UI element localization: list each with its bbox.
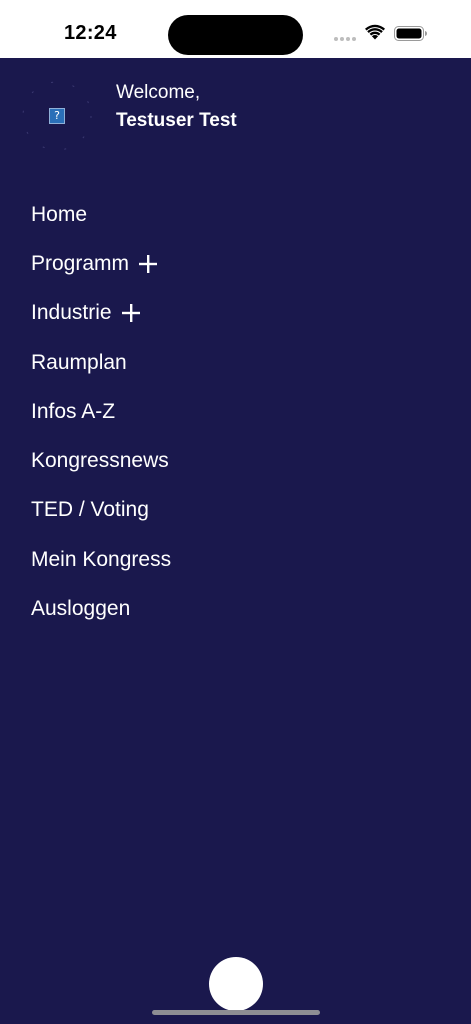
- menu-item-ausloggen[interactable]: Ausloggen: [31, 584, 171, 633]
- menu-item-kongressnews[interactable]: Kongressnews: [31, 436, 171, 485]
- status-time: 12:24: [64, 22, 117, 44]
- menu-item-programm[interactable]: Programm: [31, 239, 171, 288]
- menu-item-label: Mein Kongress: [31, 547, 172, 571]
- menu-item-label: Programm: [31, 251, 130, 275]
- menu-item-raumplan[interactable]: Raumplan: [31, 338, 171, 387]
- menu-item-home[interactable]: Home: [31, 190, 171, 239]
- welcome-text: Welcome,: [116, 82, 201, 103]
- menu-item-industrie[interactable]: Industrie: [31, 289, 171, 338]
- menu-item-infos-a-z[interactable]: Infos A-Z: [31, 387, 171, 436]
- menu-item-label: Raumplan: [31, 350, 127, 374]
- menu-item-ted-voting[interactable]: TED / Voting: [31, 486, 171, 535]
- menu-item-label: Infos A-Z: [31, 399, 116, 423]
- menu-item-label: TED / Voting: [31, 498, 149, 522]
- dynamic-island: [168, 15, 303, 55]
- menu-item-label: Kongressnews: [31, 449, 169, 473]
- signal-dots-icon: [334, 37, 358, 42]
- menu-item-mein-kongress[interactable]: Mein Kongress: [31, 535, 171, 584]
- floating-action-button[interactable]: [209, 957, 263, 1011]
- battery-icon: [394, 26, 427, 41]
- username: Testuser Test: [116, 110, 237, 131]
- avatar: [22, 81, 92, 151]
- side-menu: Home Programm Industrie Raumplan Infos A…: [31, 190, 171, 634]
- status-bar: 12:24: [0, 0, 471, 58]
- plus-icon[interactable]: [139, 254, 158, 273]
- plus-icon[interactable]: [121, 304, 140, 323]
- menu-item-label: Ausloggen: [31, 597, 131, 621]
- wifi-icon: [365, 24, 385, 40]
- app-screen: 12:24 ? Welcome, Testuser Test Home Prog…: [0, 0, 471, 1024]
- menu-item-label: Industrie: [31, 301, 112, 325]
- home-indicator[interactable]: [152, 1010, 320, 1015]
- menu-item-label: Home: [31, 202, 88, 226]
